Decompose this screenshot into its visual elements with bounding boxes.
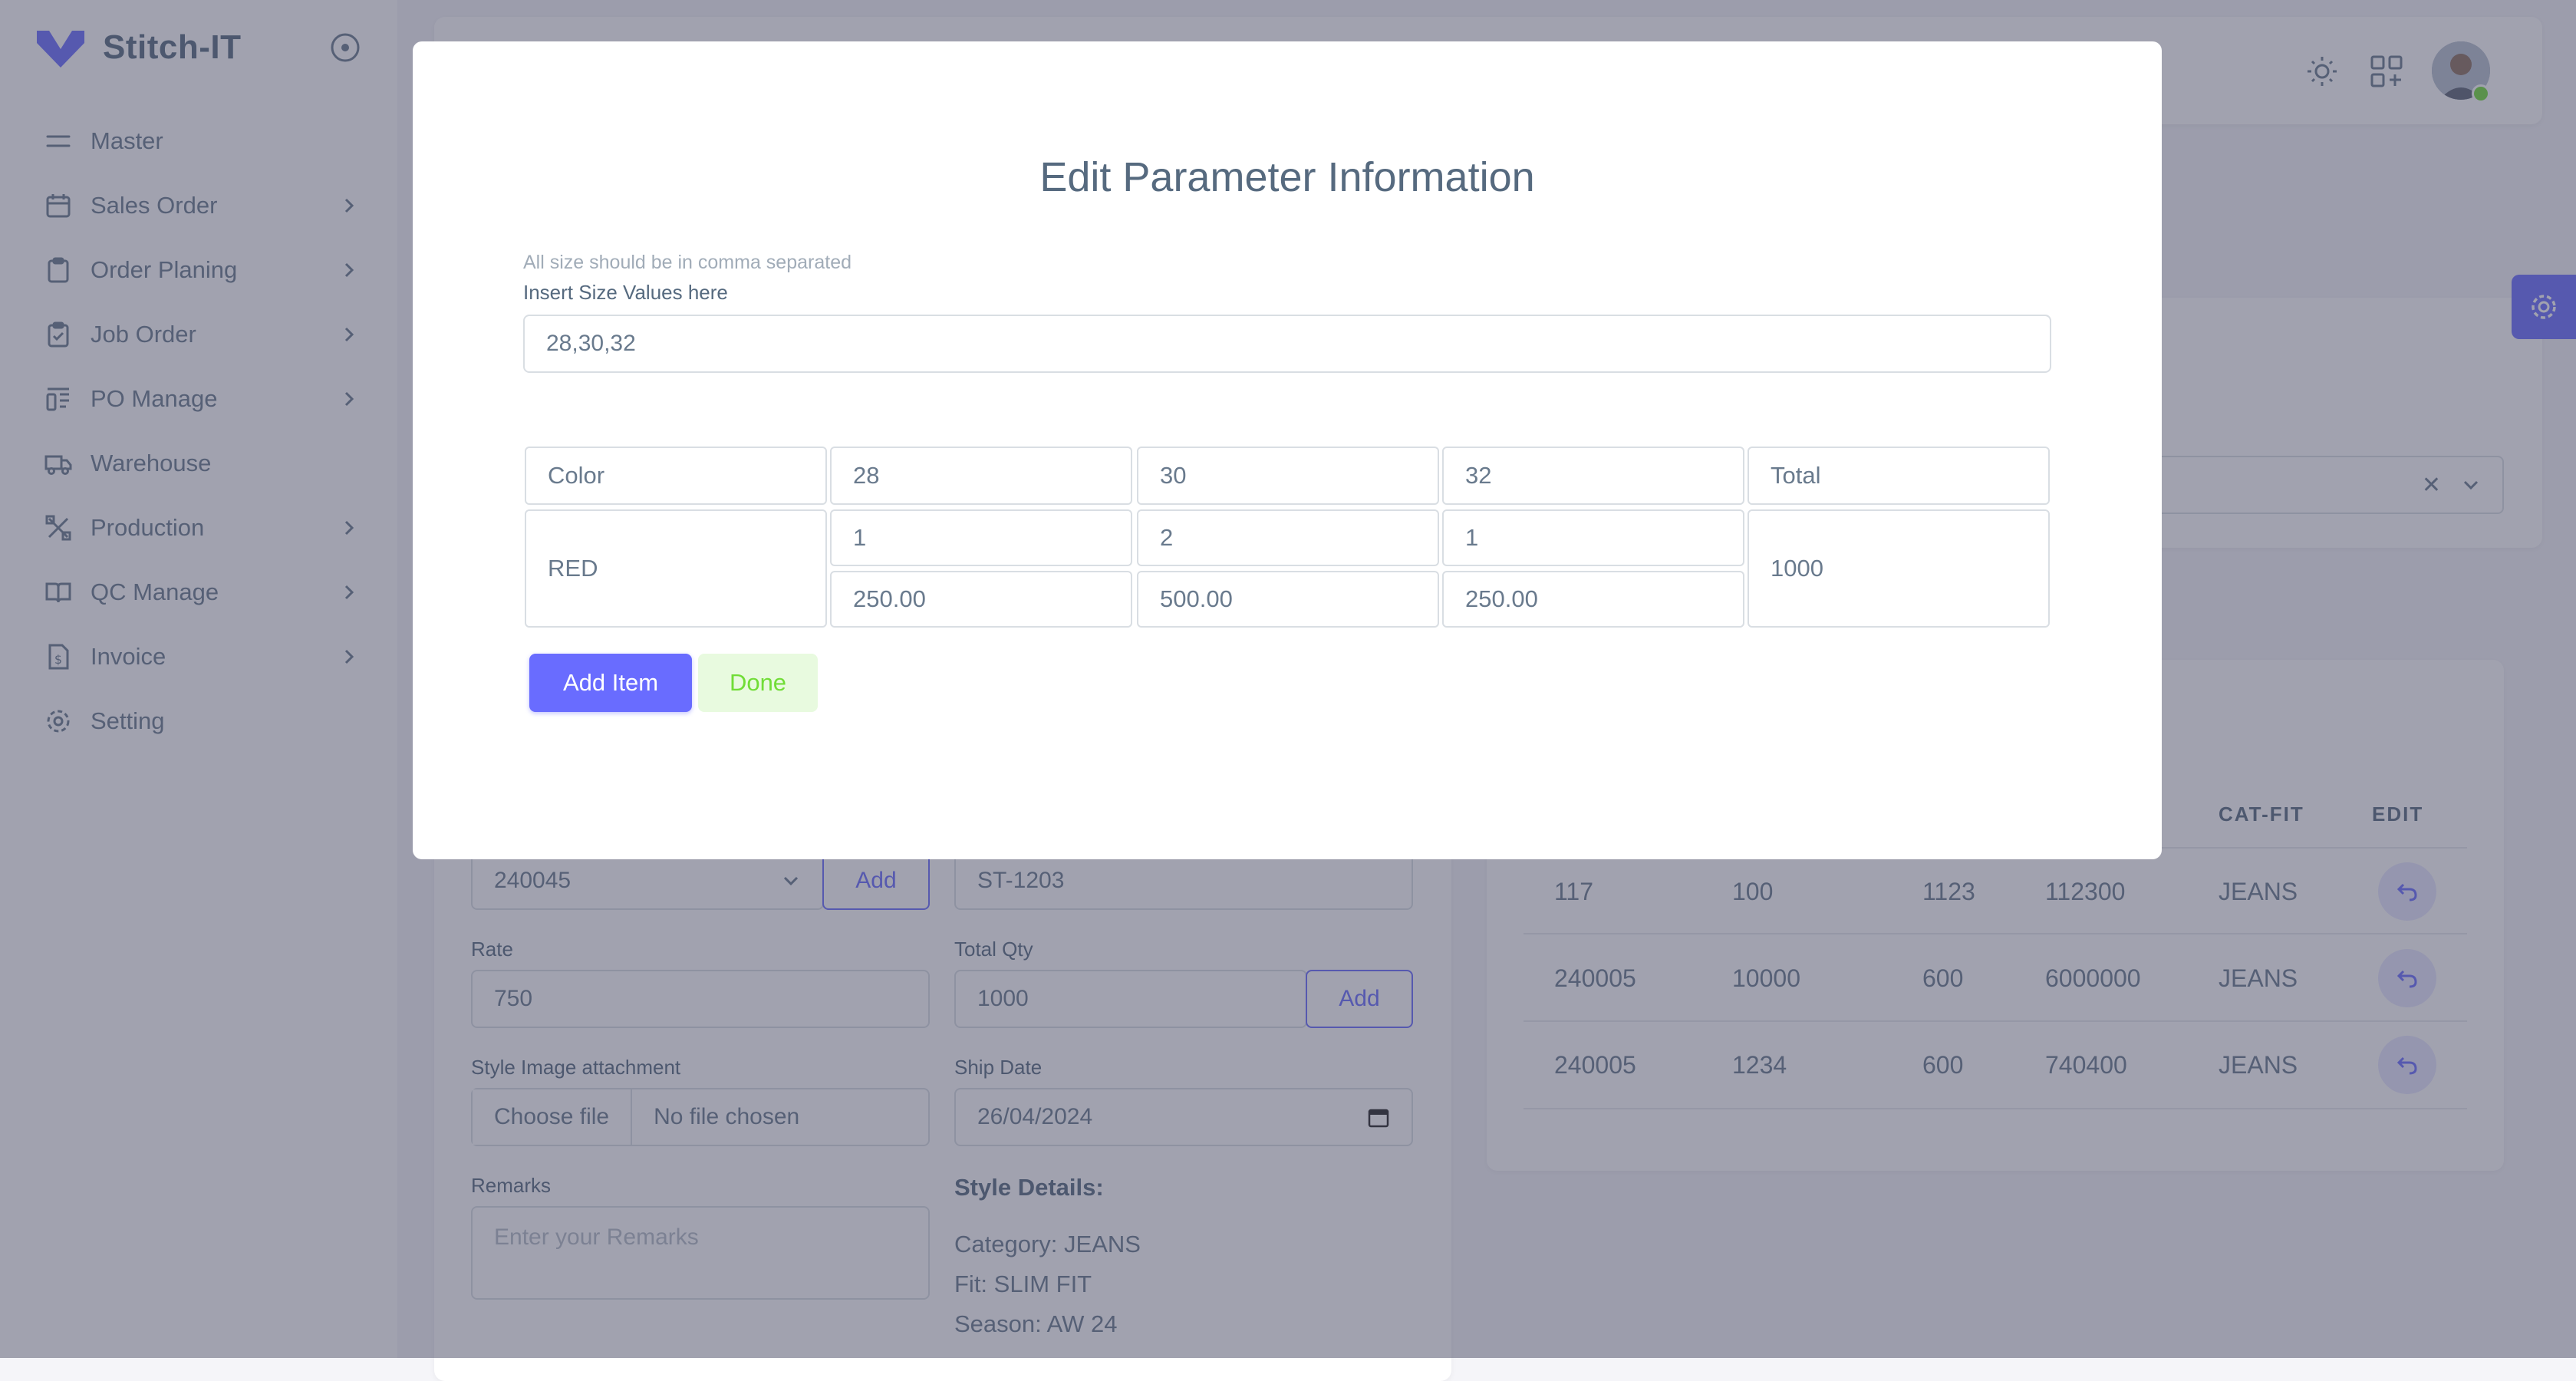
grid-header-total: Total bbox=[1748, 447, 2050, 505]
grid-amount-input[interactable]: 500.00 bbox=[1137, 571, 1439, 628]
grid-qty-input[interactable]: 1 bbox=[1442, 509, 1744, 566]
grid-header-size: 32 bbox=[1442, 447, 1744, 505]
grid-amount-input[interactable]: 250.00 bbox=[830, 571, 1132, 628]
size-hint: All size should be in comma separated bbox=[523, 252, 852, 273]
grid-header-color: Color bbox=[525, 447, 827, 505]
app-page: Stitch-IT Master Sales Order bbox=[0, 0, 2576, 1381]
done-button[interactable]: Done bbox=[698, 654, 818, 712]
edit-parameter-modal: Edit Parameter Information All size shou… bbox=[413, 41, 2162, 859]
size-input-label: Insert Size Values here bbox=[523, 281, 728, 304]
grid-total-cell: 1000 bbox=[1748, 509, 2050, 628]
modal-title: Edit Parameter Information bbox=[1039, 154, 1535, 200]
grid-qty-input[interactable]: 1 bbox=[830, 509, 1132, 566]
grid-qty-input[interactable]: 2 bbox=[1137, 509, 1439, 566]
add-item-button[interactable]: Add Item bbox=[529, 654, 692, 712]
grid-amount-input[interactable]: 250.00 bbox=[1442, 571, 1744, 628]
grid-header-size: 28 bbox=[830, 447, 1132, 505]
grid-color-cell[interactable]: RED bbox=[525, 509, 827, 628]
grid-header-size: 30 bbox=[1137, 447, 1439, 505]
size-values-input[interactable]: 28,30,32 bbox=[523, 315, 2051, 373]
